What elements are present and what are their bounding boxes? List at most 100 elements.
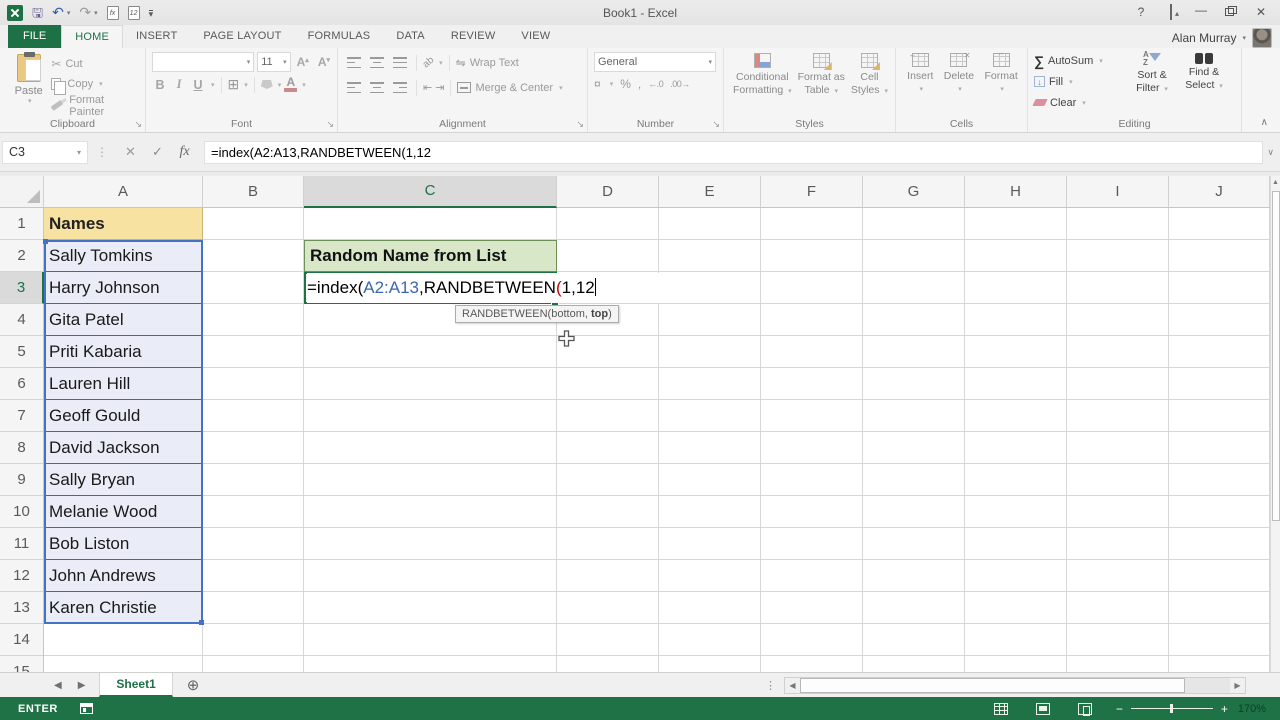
accounting-format-icon[interactable]: ¤ (594, 77, 601, 91)
paste-dropdown-icon[interactable]: ▾ (28, 97, 32, 105)
cell-a7[interactable]: Geoff Gould (44, 400, 203, 432)
macro-record-icon[interactable] (79, 703, 93, 714)
row-header-2[interactable]: 2 (0, 240, 43, 272)
fill-button[interactable]: ↓ Fill ▾ (1034, 72, 1126, 91)
column-header-c[interactable]: C (304, 176, 557, 208)
conditional-formatting-button[interactable]: Conditional Formatting ▾ (733, 53, 792, 116)
fill-color-icon[interactable] (260, 80, 273, 89)
row-header-7[interactable]: 7 (0, 400, 43, 432)
cell-a9[interactable]: Sally Bryan (44, 464, 203, 496)
font-color-button[interactable]: A (284, 76, 298, 92)
close-button[interactable]: ✕ (1248, 3, 1274, 22)
borders-dropdown-icon[interactable]: ▾ (244, 81, 248, 89)
row-header-15[interactable]: 15 (0, 656, 43, 672)
font-size-combo[interactable]: 11 ▾ (257, 52, 291, 72)
name-box[interactable]: C3 ▾ (2, 140, 88, 164)
align-left-icon[interactable] (347, 82, 361, 93)
enter-formula-button[interactable]: ✓ (144, 144, 171, 160)
font-color-dropdown-icon[interactable]: ▾ (302, 81, 306, 89)
row-header-10[interactable]: 10 (0, 496, 43, 528)
horizontal-scrollbar[interactable]: ◀ ▶ (784, 676, 1246, 694)
font-size-dropdown-icon[interactable]: ▾ (283, 58, 287, 66)
bold-button[interactable]: B (152, 78, 168, 92)
wrap-text-button[interactable]: ⇋ Wrap Text (456, 52, 519, 73)
cell-a11[interactable]: Bob Liston (44, 528, 203, 560)
borders-icon[interactable]: ⊞ (228, 76, 240, 93)
percent-style-icon[interactable]: % (620, 77, 631, 91)
tab-page-layout[interactable]: PAGE LAYOUT (190, 25, 294, 48)
find-select-button[interactable]: Find & Select ▾ (1178, 51, 1230, 116)
cell-a2[interactable]: Sally Tomkins (44, 240, 203, 272)
underline-button[interactable]: U (190, 78, 206, 92)
tab-home[interactable]: HOME (61, 25, 124, 48)
row-header-11[interactable]: 11 (0, 528, 43, 560)
format-cells-button[interactable]: Format▾ (985, 46, 1018, 116)
insert-function-button[interactable]: fx (171, 144, 198, 160)
copy-button[interactable]: Copy ▾ (51, 75, 141, 95)
cancel-formula-button[interactable]: ✕ (117, 144, 144, 160)
normal-view-icon[interactable] (993, 702, 1008, 715)
page-layout-view-icon[interactable] (1035, 702, 1050, 715)
alignment-dialog-launcher-icon[interactable]: ↘ (576, 119, 584, 130)
row-header-5[interactable]: 5 (0, 336, 43, 368)
align-right-icon[interactable] (393, 82, 407, 93)
sheet-tab-sheet1[interactable]: Sheet1 (99, 673, 173, 697)
column-header-h[interactable]: H (965, 176, 1067, 208)
decrease-decimal-icon[interactable]: .00→ (670, 79, 690, 89)
align-middle-icon[interactable] (370, 57, 384, 68)
column-header-g[interactable]: G (863, 176, 965, 208)
column-header-a[interactable]: A (44, 176, 203, 208)
paste-button[interactable]: Paste ▾ (6, 52, 51, 116)
cell-c3-formula-edit[interactable]: =index(A2:A13,RANDBETWEEN(1,12 (307, 273, 699, 303)
help-button[interactable]: ? (1128, 3, 1154, 22)
sort-filter-button[interactable]: AZ Sort & Filter ▾ (1126, 51, 1178, 116)
cell-a12[interactable]: John Andrews (44, 560, 203, 592)
expand-formula-bar-icon[interactable]: ∨ (1265, 147, 1280, 158)
ribbon-display-options-icon[interactable] (1170, 4, 1172, 20)
italic-button[interactable]: I (171, 77, 187, 92)
number-format-combo[interactable]: General ▾ (594, 52, 716, 72)
cell-a1-names-header[interactable]: Names (44, 208, 203, 240)
column-header-j[interactable]: J (1169, 176, 1270, 208)
zoom-out-icon[interactable]: − (1116, 702, 1123, 716)
font-dialog-launcher-icon[interactable]: ↘ (326, 119, 334, 130)
cell-a10[interactable]: Melanie Wood (44, 496, 203, 528)
align-top-icon[interactable] (347, 57, 361, 68)
tab-formulas[interactable]: FORMULAS (295, 25, 384, 48)
row-header-3[interactable]: 3 (0, 272, 44, 304)
row-header-12[interactable]: 12 (0, 560, 43, 592)
merge-center-button[interactable]: Merge & Center ▾ (457, 77, 563, 98)
row-header-8[interactable]: 8 (0, 432, 43, 464)
column-header-e[interactable]: E (659, 176, 761, 208)
format-as-table-button[interactable]: Format as Table ▾ (798, 53, 845, 116)
account-area[interactable]: Alan Murray ▾ (1172, 28, 1280, 48)
cell-c2-title[interactable]: Random Name from List (304, 240, 557, 272)
row-header-13[interactable]: 13 (0, 592, 43, 624)
accounting-dropdown-icon[interactable]: ▾ (610, 80, 614, 88)
cells-area[interactable]: Names Sally Tomkins Harry Johnson Gita P… (43, 208, 1270, 672)
decrease-indent-icon[interactable]: ⇤ (423, 81, 432, 94)
zoom-in-icon[interactable]: + (1221, 702, 1228, 716)
orientation-dropdown-icon[interactable]: ▾ (439, 59, 443, 67)
comma-style-icon[interactable]: , (638, 77, 641, 91)
number-dialog-launcher-icon[interactable]: ↘ (712, 119, 720, 130)
row-header-6[interactable]: 6 (0, 368, 43, 400)
scroll-left-icon[interactable]: ◀ (785, 677, 800, 693)
cell-a3[interactable]: Harry Johnson (44, 272, 203, 304)
align-bottom-icon[interactable] (393, 57, 407, 68)
restore-button[interactable] (1218, 3, 1244, 22)
zoom-slider[interactable] (1130, 704, 1213, 713)
tab-review[interactable]: REVIEW (438, 25, 509, 48)
minimize-button[interactable]: — (1188, 3, 1214, 22)
increase-decimal-icon[interactable]: ←.0 (648, 79, 664, 89)
select-all-corner[interactable] (0, 176, 44, 208)
column-header-d[interactable]: D (557, 176, 659, 208)
name-box-dropdown-icon[interactable]: ▾ (77, 148, 81, 157)
scroll-up-icon[interactable]: ▲ (1271, 176, 1280, 190)
collapse-ribbon-icon[interactable]: ∧ (1261, 117, 1268, 128)
row-header-9[interactable]: 9 (0, 464, 43, 496)
shrink-font-button[interactable]: A▾ (315, 55, 333, 69)
column-header-b[interactable]: B (203, 176, 304, 208)
fill-color-dropdown-icon[interactable]: ▾ (278, 81, 282, 89)
tab-data[interactable]: DATA (383, 25, 438, 48)
